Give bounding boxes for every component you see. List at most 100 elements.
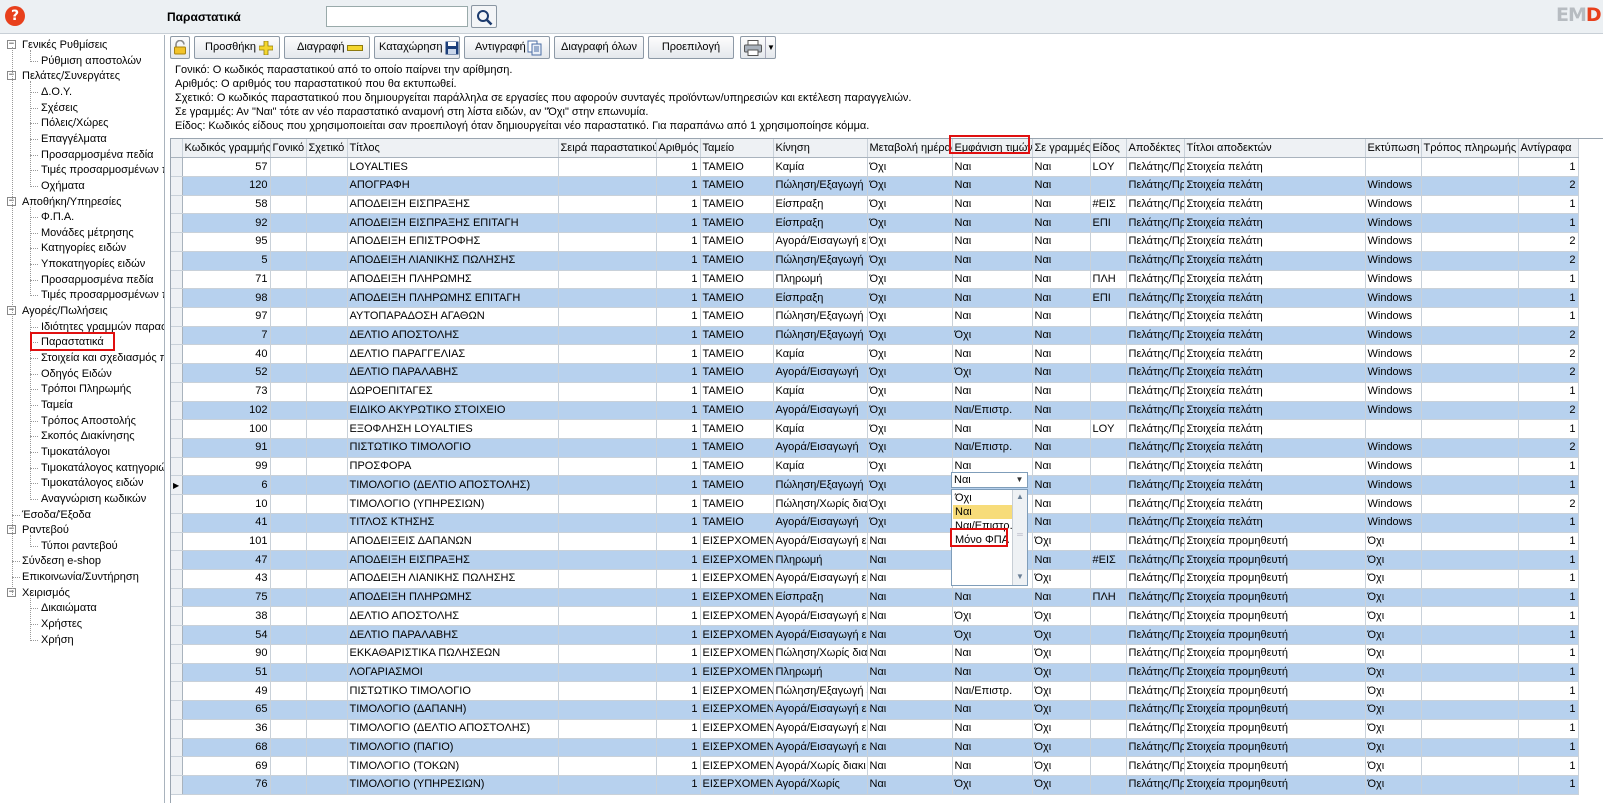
row-header[interactable]: ▶ bbox=[171, 475, 183, 496]
column-header[interactable]: Σχετικό bbox=[306, 139, 348, 159]
column-header[interactable]: Κίνηση bbox=[773, 139, 868, 159]
table-cell[interactable] bbox=[270, 457, 307, 477]
table-cell[interactable]: Windows bbox=[1365, 363, 1422, 383]
table-cell[interactable]: Ναι bbox=[867, 532, 953, 552]
table-cell[interactable] bbox=[270, 513, 307, 533]
table-cell[interactable]: Πελάτης/Πρ bbox=[1126, 288, 1185, 308]
table-cell[interactable]: 1 bbox=[656, 457, 701, 477]
row-header[interactable] bbox=[171, 270, 183, 290]
table-row[interactable]: 120 ΑΠΟΓΡΑΦΗ 1 ΤΑΜΕΙΟ Πώληση/Εξαγωγή Όχι Ναι Να… bbox=[171, 176, 1579, 196]
table-cell[interactable] bbox=[270, 494, 307, 514]
table-cell[interactable] bbox=[306, 382, 348, 402]
table-cell[interactable]: Ναι/Επιστρ. bbox=[952, 401, 1033, 421]
table-cell[interactable]: ΔΕΛΤΙΟ ΠΑΡΑΓΓΕΛΙΑΣ bbox=[347, 344, 559, 365]
row-header[interactable] bbox=[171, 663, 183, 683]
table-cell[interactable]: Windows bbox=[1365, 270, 1422, 290]
table-cell[interactable] bbox=[1421, 270, 1519, 290]
tree-item[interactable]: Σκοπός Διακίνησης bbox=[41, 428, 135, 444]
table-cell[interactable] bbox=[1421, 288, 1519, 308]
table-cell[interactable]: Στοιχεία προμηθευτή bbox=[1184, 569, 1366, 589]
table-row[interactable]: 101ΑΠΟΔΕΙΞΕΙΣ ΔΑΠΑΝΩΝ1ΕΙΣΕΡΧΟΜΕΝΑΑγορά/Ε… bbox=[171, 532, 1579, 552]
table-cell[interactable]: Ναι bbox=[952, 588, 1033, 608]
table-cell[interactable]: 1 bbox=[656, 251, 701, 271]
table-cell[interactable]: 1 bbox=[656, 625, 701, 645]
table-cell[interactable]: Στοιχεία πελάτη bbox=[1184, 457, 1366, 477]
table-cell[interactable]: Όχι bbox=[867, 363, 953, 383]
row-header[interactable] bbox=[171, 569, 183, 589]
table-cell[interactable]: Αγορά/Χωρίς διακι bbox=[773, 756, 868, 776]
table-cell[interactable] bbox=[558, 195, 657, 215]
table-cell[interactable]: Ναι bbox=[1032, 326, 1091, 346]
table-cell[interactable]: 2 bbox=[1518, 438, 1579, 458]
table-cell[interactable]: Στοιχεία προμηθευτή bbox=[1184, 719, 1366, 739]
table-cell[interactable]: ΤΑΜΕΙΟ bbox=[700, 513, 774, 533]
table-cell[interactable]: 1 bbox=[1518, 738, 1579, 758]
table-cell[interactable]: Καμία bbox=[773, 382, 868, 402]
table-cell[interactable]: Πελάτης/Πρ bbox=[1126, 700, 1185, 720]
table-cell[interactable]: 1 bbox=[656, 775, 701, 795]
table-cell[interactable] bbox=[1421, 719, 1519, 739]
table-row[interactable]: 40 ΔΕΛΤΙΟ ΠΑΡΑΓΓΕΛΙΑΣ 1 ΤΑΜΕΙΟ Καμία Όχι Ναι Να… bbox=[171, 344, 1579, 365]
table-cell[interactable]: Όχι bbox=[1032, 644, 1091, 664]
table-cell[interactable]: Ναι bbox=[952, 195, 1033, 215]
table-row[interactable]: 75ΑΠΟΔΕΙΞΗ ΠΛΗΡΩΜΗΣ1ΕΙΣΕΡΧΟΜΕΝΑΕίσπραξηΝ… bbox=[171, 588, 1579, 608]
table-cell[interactable]: Όχι bbox=[952, 326, 1033, 346]
table-cell[interactable]: Όχι bbox=[1032, 532, 1091, 552]
table-cell[interactable]: 1 bbox=[1518, 644, 1579, 664]
copy-button[interactable]: Αντιγραφή bbox=[464, 36, 550, 59]
table-cell[interactable] bbox=[1090, 326, 1127, 346]
table-cell[interactable] bbox=[558, 756, 657, 776]
table-cell[interactable]: 1 bbox=[656, 663, 701, 683]
table-cell[interactable] bbox=[558, 382, 657, 402]
table-cell[interactable] bbox=[1421, 663, 1519, 683]
table-cell[interactable]: ΕΙΣΕΡΧΟΜΕΝΑ bbox=[700, 756, 774, 776]
table-cell[interactable]: Windows bbox=[1365, 232, 1422, 252]
table-cell[interactable]: 1 bbox=[656, 588, 701, 608]
scroll-down-icon[interactable]: ▼ bbox=[1015, 572, 1025, 581]
table-cell[interactable]: ΕΠΙ bbox=[1090, 213, 1127, 234]
delete-button[interactable]: Διαγραφή bbox=[284, 36, 370, 59]
table-cell[interactable] bbox=[558, 738, 657, 758]
table-cell[interactable] bbox=[558, 588, 657, 608]
table-cell[interactable]: Ναι bbox=[1032, 401, 1091, 421]
table-row[interactable]: 54ΔΕΛΤΙΟ ΠΑΡΑΛΑΒΗΣ1ΕΙΣΕΡΧΟΜΕΝΑΑγορά/Εισα… bbox=[171, 625, 1579, 645]
table-cell[interactable] bbox=[1421, 307, 1519, 327]
tree-item[interactable]: Αγορές/Πωλήσεις bbox=[22, 303, 108, 319]
table-row[interactable]: 58 ΑΠΟΔΕΙΞΗ ΕΙΣΠΡΑΞΗΣ 1 ΤΑΜΕΙΟ Είσπραξη Όχι Να… bbox=[171, 195, 1579, 215]
tree-item[interactable]: Οχήματα bbox=[41, 178, 85, 194]
table-cell[interactable]: ΑΠΟΔΕΙΞΗ ΕΙΣΠΡΑΞΗΣ ΕΠΙΤΑΓΗ bbox=[347, 213, 559, 234]
table-cell[interactable] bbox=[270, 232, 307, 252]
table-cell[interactable] bbox=[558, 719, 657, 739]
table-cell[interactable] bbox=[1090, 251, 1127, 271]
table-cell[interactable]: Ναι bbox=[1032, 213, 1091, 234]
table-cell[interactable]: 2 bbox=[1518, 232, 1579, 252]
table-cell[interactable]: ΑΠΟΔΕΙΞΗ ΛΙΑΝΙΚΗΣ ΠΩΛΗΣΗΣ bbox=[347, 569, 559, 589]
table-cell[interactable]: ΕΙΣΕΡΧΟΜΕΝΑ bbox=[700, 550, 774, 571]
table-cell[interactable] bbox=[270, 475, 307, 496]
table-cell[interactable] bbox=[1090, 344, 1127, 365]
table-cell[interactable] bbox=[1090, 719, 1127, 739]
table-cell[interactable] bbox=[558, 419, 657, 439]
table-cell[interactable]: 1 bbox=[656, 326, 701, 346]
table-cell[interactable]: ΕΙΣΕΡΧΟΜΕΝΑ bbox=[700, 700, 774, 720]
table-cell[interactable]: 1 bbox=[1518, 681, 1579, 702]
table-cell[interactable]: ΔΩΡΟΕΠΙΤΑΓΕΣ bbox=[347, 382, 559, 402]
row-header[interactable] bbox=[171, 719, 183, 739]
table-cell[interactable]: 1 bbox=[1518, 569, 1579, 589]
row-header[interactable] bbox=[171, 756, 183, 776]
table-cell[interactable]: Πελάτης/Πρ bbox=[1126, 756, 1185, 776]
table-cell[interactable]: Στοιχεία προμηθευτή bbox=[1184, 550, 1366, 571]
search-input[interactable] bbox=[326, 6, 468, 27]
table-cell[interactable]: Πελάτης/Πρ bbox=[1126, 401, 1185, 421]
table-cell[interactable]: Στοιχεία προμηθευτή bbox=[1184, 625, 1366, 645]
table-cell[interactable] bbox=[1421, 419, 1519, 439]
table-cell[interactable]: ΤΑΜΕΙΟ bbox=[700, 363, 774, 383]
scroll-thumb[interactable]: ═ bbox=[1015, 530, 1025, 539]
table-cell[interactable]: 101 bbox=[182, 532, 271, 552]
table-cell[interactable]: Όχι bbox=[867, 213, 953, 234]
table-cell[interactable]: Όχι bbox=[1032, 738, 1091, 758]
table-cell[interactable]: Στοιχεία προμηθευτή bbox=[1184, 663, 1366, 683]
table-cell[interactable] bbox=[1090, 700, 1127, 720]
table-cell[interactable]: Αγορά/Εισαγωγή ε bbox=[773, 625, 868, 645]
table-cell[interactable] bbox=[558, 513, 657, 533]
